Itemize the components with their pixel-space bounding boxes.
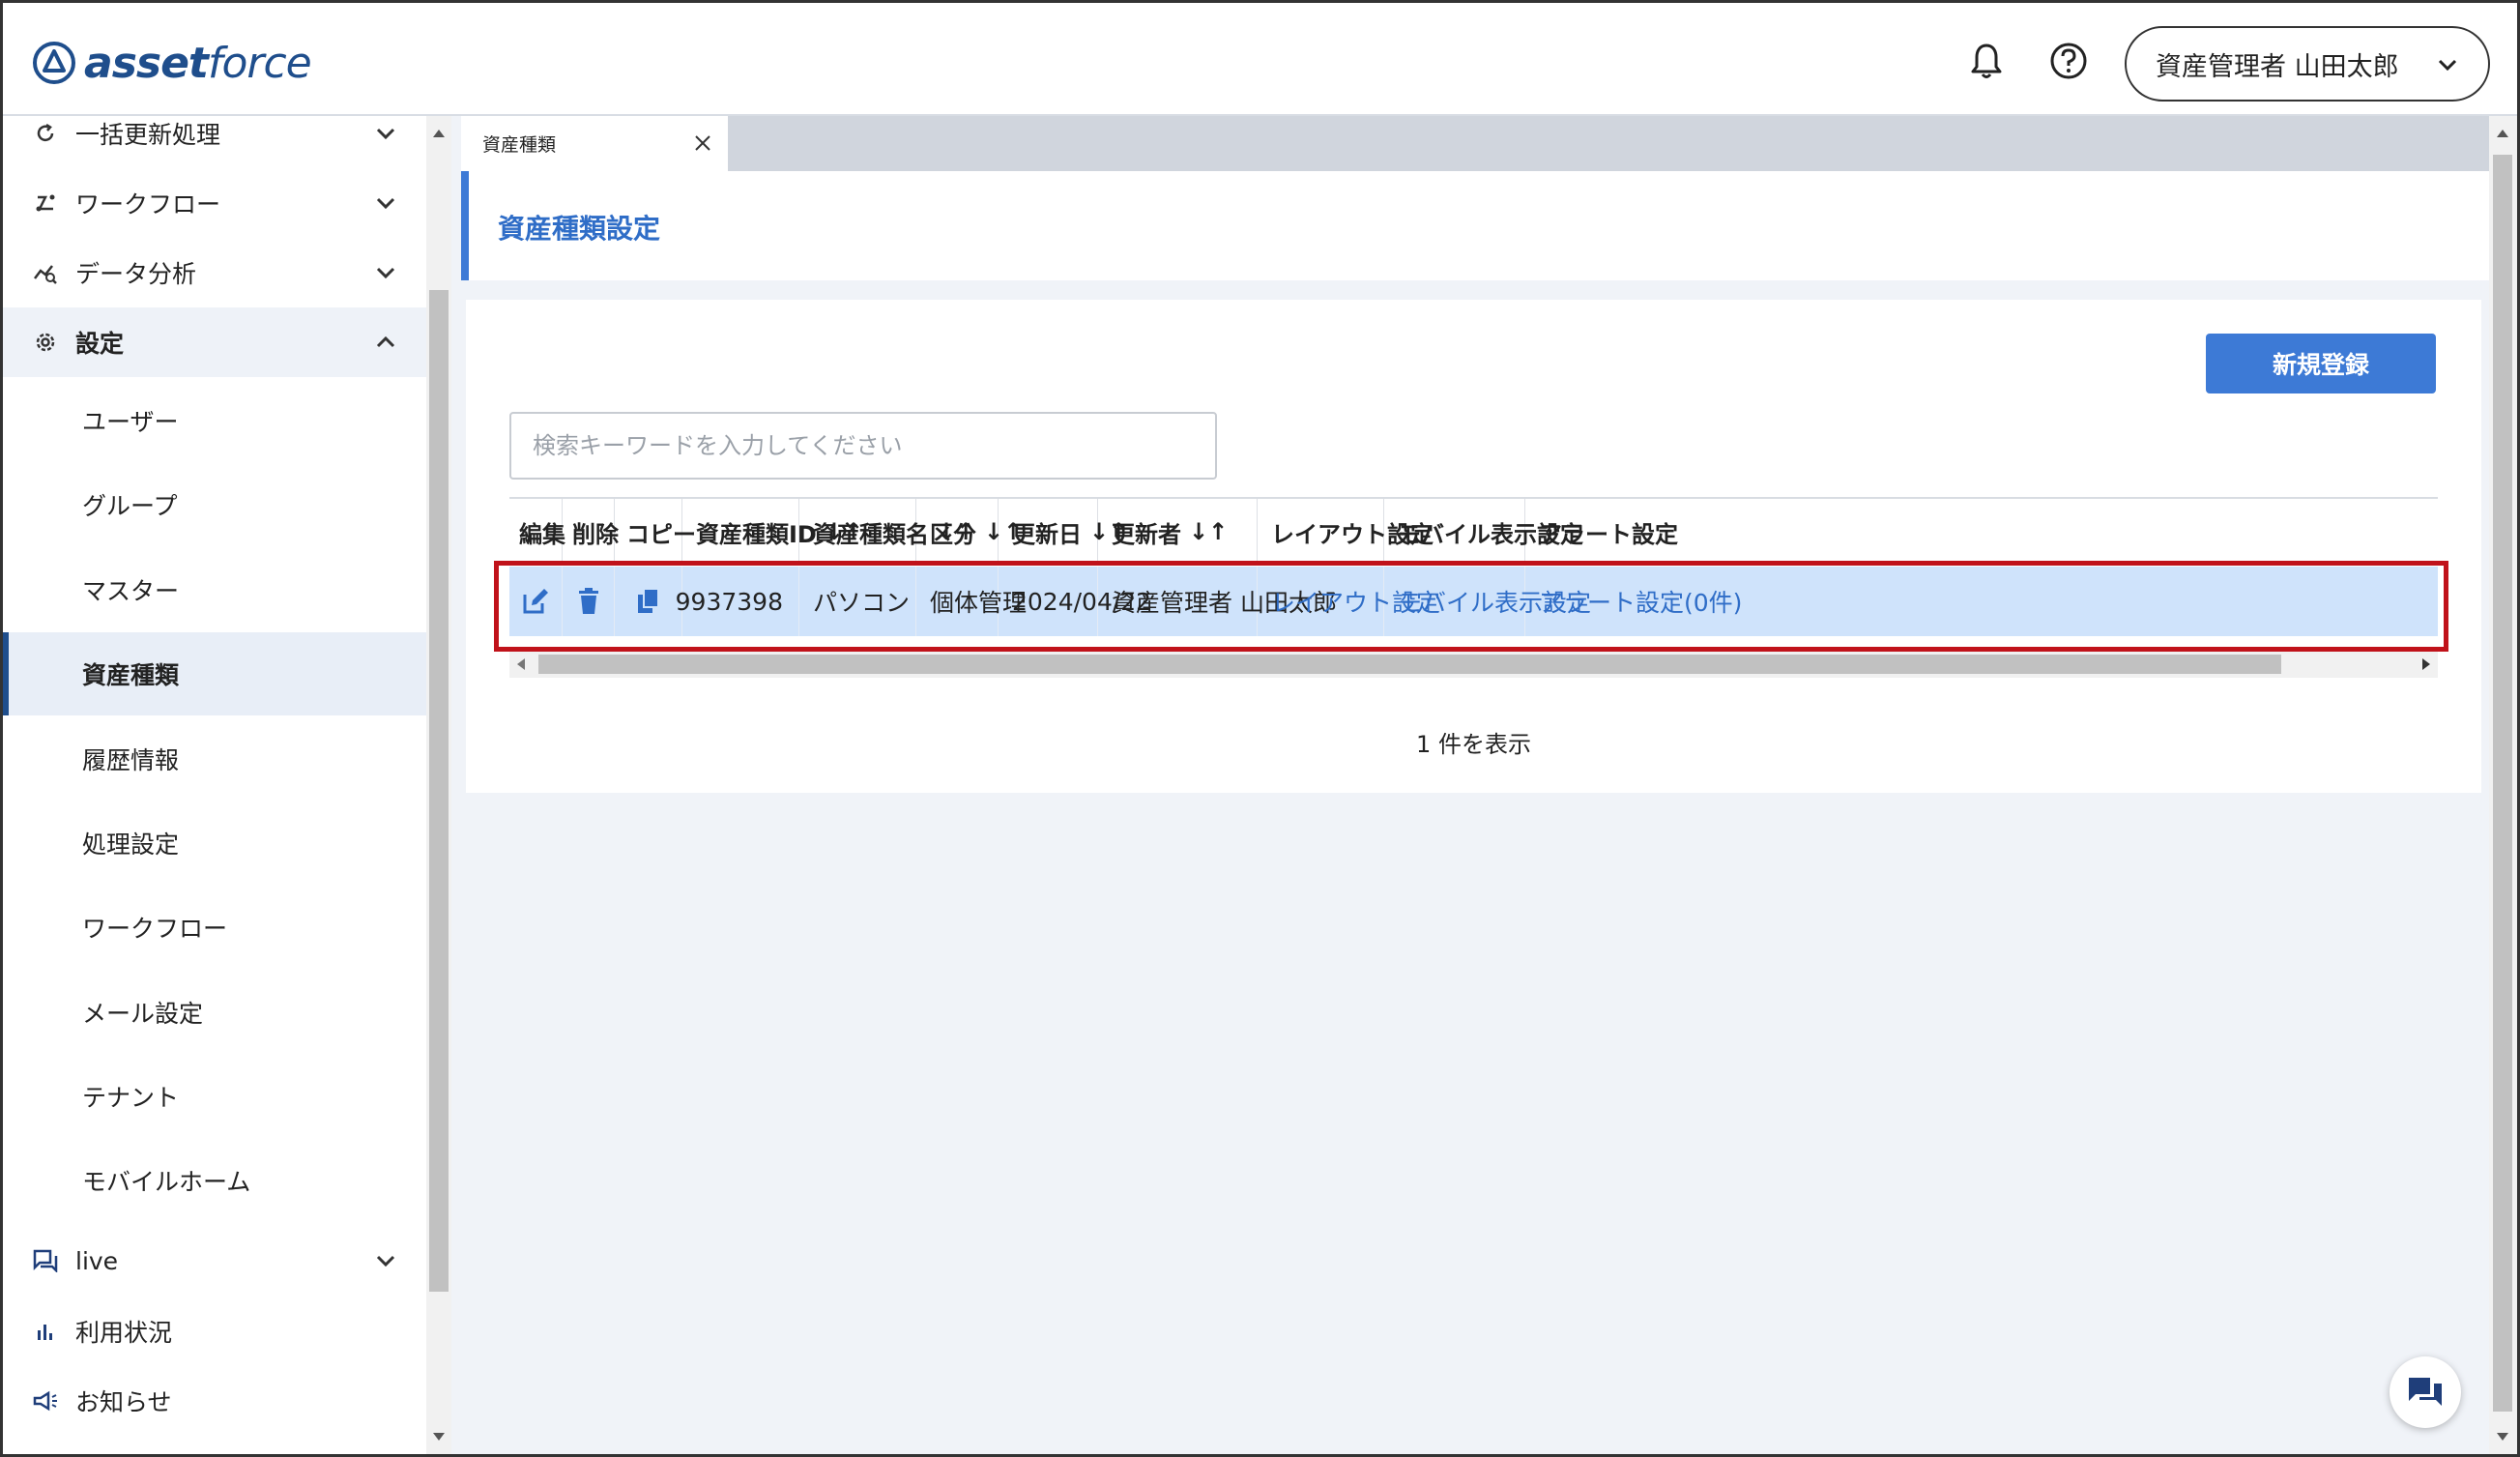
chat-icon [2409,1378,2442,1406]
user-menu-button[interactable]: 資産管理者 山田太郎 [2125,26,2490,102]
sidebar-item-process-settings[interactable]: 処理設定 [3,801,426,885]
workflow-icon [32,189,59,217]
column-header-asset-type-name[interactable]: 資産種類名 ↓↑ [799,499,975,565]
gear-icon [32,329,59,356]
close-icon[interactable] [689,130,716,157]
scroll-down-arrow-icon[interactable] [2497,1433,2508,1441]
sidebar-item-workflow[interactable]: ワークフロー [3,168,426,238]
main-scrollbar[interactable] [2489,116,2517,1454]
sidebar-item-users[interactable]: ユーザー [3,379,426,462]
bell-icon[interactable] [1965,40,2008,82]
bar-chart-icon [32,1318,59,1345]
sidebar-item-workflow-settings[interactable]: ワークフロー [3,886,426,969]
page-title: 資産種類設定 [498,213,661,245]
column-header-layout-settings: レイアウト設定 [1258,499,1434,565]
app-logo[interactable]: assetforce [32,34,312,92]
column-header-delete: 削除 [563,499,619,565]
column-header-category[interactable]: 区分 ↓↑ [916,499,1023,565]
column-header-mobile-display-settings: モバイル表示設定 [1384,499,1583,565]
table-header: 編集 削除 コピー 資産種類ID ↓↑ 資産種類名 ↓↑ 区分 ↓↑ 更新日 ↓↑ 更新… [509,497,2438,565]
sidebar-item-asset-types[interactable]: 資産種類 [3,632,426,715]
chevron-down-icon [376,128,395,140]
chevron-down-icon [376,197,395,210]
page-title-bar: 資産種類設定 [461,171,2489,280]
user-name: 資産管理者 山田太郎 [2156,51,2399,82]
sidebar-item-live[interactable]: live [3,1226,426,1296]
table-scroll-thumb[interactable] [538,655,2281,674]
scroll-left-arrow-icon[interactable] [517,658,525,670]
megaphone-icon [32,1387,59,1414]
sidebar-item-notices[interactable]: お知らせ [3,1366,426,1436]
sidebar-scrollbar[interactable] [426,116,451,1454]
scroll-down-arrow-icon[interactable] [433,1433,445,1441]
column-header-updated-date[interactable]: 更新日 ↓↑ [999,499,1128,565]
sidebar-item-tenant[interactable]: テナント [3,1055,426,1138]
sidebar-item-groups[interactable]: グループ [3,463,426,546]
app-header: assetforce 資産管理者 山田太郎 [3,3,2517,116]
table-horizontal-scrollbar[interactable] [509,651,2438,678]
chevron-up-icon [376,335,395,348]
sidebar-scroll-thumb[interactable] [429,290,449,1292]
chat-support-button[interactable] [2390,1356,2461,1428]
tab-bar: 資産種類 [461,116,2489,171]
refresh-icon [32,120,59,147]
tab-label: 資産種類 [482,134,557,156]
column-header-asset-type-id[interactable]: 資産種類ID ↓↑ [682,499,863,565]
tab-asset-types[interactable]: 資産種類 [461,116,728,171]
scroll-right-arrow-icon[interactable] [2422,658,2430,670]
new-registration-button[interactable]: 新規登録 [2206,334,2436,393]
scroll-up-arrow-icon[interactable] [433,130,445,137]
chevron-down-icon [376,267,395,279]
column-header-copy: コピー [615,499,696,565]
logo-text: assetforce [84,38,312,88]
sort-icon[interactable]: ↓↑ [1189,518,1228,545]
sidebar-item-usage[interactable]: 利用状況 [3,1297,426,1366]
main-scroll-thumb[interactable] [2493,155,2512,1412]
help-icon[interactable] [2047,40,2090,82]
sidebar-item-mobile-home[interactable]: モバイルホーム [3,1139,426,1222]
sidebar-item-history[interactable]: 履歴情報 [3,717,426,801]
chevron-down-icon [376,1255,395,1268]
search-input[interactable] [509,412,1217,480]
column-header-updater[interactable]: 更新者 ↓↑ [1098,499,1258,565]
result-count: 1 件を表示 [1416,731,1531,758]
analytics-icon [32,259,59,286]
sidebar: 一括更新処理 ワークフロー データ分析 設定 ユーザー グループ マスター 資産… [3,116,426,1454]
sidebar-item-master[interactable]: マスター [3,548,426,631]
sidebar-item-settings[interactable]: 設定 [3,307,426,377]
column-header-alert-settings: アラート設定 [1539,520,1678,548]
sidebar-item-mail-settings[interactable]: メール設定 [3,971,426,1054]
main-content: 資産種類 資産種類設定 新規登録 編集 削除 コピー 資産種類ID↓↑ 資産種類… [451,116,2489,1454]
chat-icon [32,1247,59,1274]
column-header-edit: 編集 [509,499,565,565]
sidebar-item-data-analysis[interactable]: データ分析 [3,238,426,307]
scroll-up-arrow-icon[interactable] [2497,130,2508,137]
sidebar-item-bulk-update[interactable]: 一括更新処理 [3,116,426,168]
logo-icon [33,42,75,84]
highlight-annotation-box [494,561,2448,652]
chevron-down-icon [2438,59,2457,72]
asset-type-list-card: 新規登録 編集 削除 コピー 資産種類ID↓↑ 資産種類名↓↑ 区分↓↑ 更新日… [466,300,2481,793]
